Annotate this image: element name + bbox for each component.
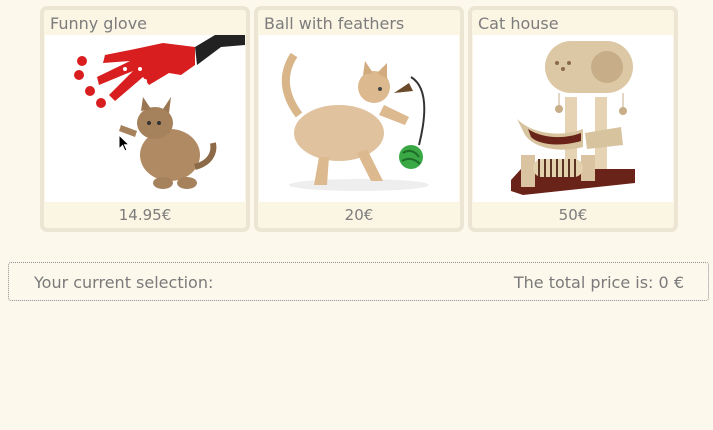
total-price-currency: € (673, 273, 684, 292)
product-title: Funny glove (50, 14, 148, 33)
product-card-cat-house[interactable]: Cat house 50€ (468, 6, 678, 232)
cat-with-feather-ball-image (259, 35, 459, 202)
mouse-pointer-icon (118, 134, 130, 152)
current-selection-bar: Your current selection: The total price … (8, 262, 709, 301)
current-selection-label: Your current selection: (34, 273, 214, 292)
product-list: Funny glove 14.95€ Ball with feathers 20… (40, 6, 678, 232)
product-title: Ball with feathers (264, 14, 405, 33)
total-price: The total price is: 0 € (514, 273, 684, 292)
total-price-value: 0 (658, 273, 669, 292)
product-price: 20€ (344, 206, 374, 224)
total-price-label: The total price is: (513, 273, 654, 292)
product-card-funny-glove[interactable]: Funny glove 14.95€ (40, 6, 250, 232)
kitten-with-red-glove-image (45, 35, 245, 202)
product-price: 50€ (558, 206, 588, 224)
product-title: Cat house (478, 14, 559, 33)
product-card-ball-with-feathers[interactable]: Ball with feathers 20€ (254, 6, 464, 232)
cat-house-tower-image (473, 35, 673, 202)
product-price: 14.95€ (118, 206, 172, 224)
